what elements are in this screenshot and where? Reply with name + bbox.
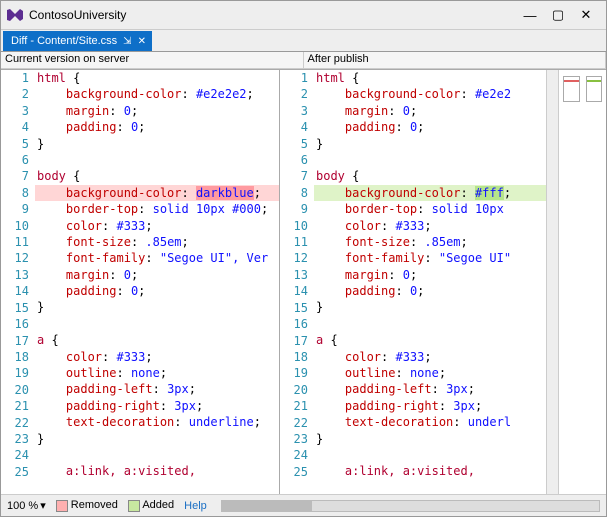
overview-left[interactable]: [563, 76, 580, 102]
header-right: After publish: [304, 52, 607, 68]
code-line[interactable]: margin: 0;: [314, 103, 546, 119]
statusbar: 100 % ▾ Removed Added Help: [1, 494, 606, 516]
code-line[interactable]: }: [35, 431, 279, 447]
code-line[interactable]: outline: none;: [35, 365, 279, 381]
code-line[interactable]: a {: [314, 332, 546, 348]
diff-headers: Current version on server After publish: [1, 51, 606, 69]
code-line[interactable]: padding-right: 3px;: [35, 398, 279, 414]
code-line[interactable]: [35, 447, 279, 463]
code-line[interactable]: margin: 0;: [35, 267, 279, 283]
code-line[interactable]: font-size: .85em;: [35, 234, 279, 250]
code-line[interactable]: body {: [35, 168, 279, 184]
right-pane[interactable]: 1234567891011121314151617181920212223242…: [280, 70, 558, 494]
code-line[interactable]: padding-left: 3px;: [314, 381, 546, 397]
left-code[interactable]: html { background-color: #e2e2e2; margin…: [35, 70, 279, 494]
code-line[interactable]: padding: 0;: [314, 119, 546, 135]
code-line[interactable]: text-decoration: underline;: [35, 414, 279, 430]
zoom-value: 100 %: [7, 500, 38, 512]
code-line[interactable]: [314, 316, 546, 332]
chevron-down-icon[interactable]: ▾: [40, 499, 46, 512]
code-line[interactable]: color: #333;: [314, 349, 546, 365]
code-line[interactable]: }: [35, 299, 279, 315]
code-line[interactable]: background-color: #e2e2e2;: [35, 86, 279, 102]
code-line[interactable]: a:link, a:visited,: [314, 463, 546, 479]
code-line[interactable]: background-color: #e2e2: [314, 86, 546, 102]
code-line[interactable]: padding-left: 3px;: [35, 381, 279, 397]
document-tabs: Diff - Content/Site.css ⇲ ✕: [1, 29, 606, 51]
code-line[interactable]: border-top: solid 10px #000;: [35, 201, 279, 217]
titlebar: ContosoUniversity — ▢ ✕: [1, 1, 606, 29]
right-gutter: 1234567891011121314151617181920212223242…: [280, 70, 314, 494]
left-gutter: 1234567891011121314151617181920212223242…: [1, 70, 35, 494]
legend-removed: Removed: [56, 499, 118, 511]
code-line[interactable]: font-family: "Segoe UI": [314, 250, 546, 266]
left-pane[interactable]: 1234567891011121314151617181920212223242…: [1, 70, 280, 494]
code-line[interactable]: }: [314, 431, 546, 447]
header-left: Current version on server: [1, 52, 304, 68]
minimize-button[interactable]: —: [516, 5, 544, 25]
legend-removed-label: Removed: [71, 499, 118, 511]
code-line[interactable]: [314, 152, 546, 168]
code-line[interactable]: }: [314, 299, 546, 315]
overview-right[interactable]: [586, 76, 603, 102]
code-line[interactable]: color: #333;: [35, 349, 279, 365]
code-line[interactable]: a {: [35, 332, 279, 348]
diff-area: 1234567891011121314151617181920212223242…: [1, 69, 606, 494]
app-window: ContosoUniversity — ▢ ✕ Diff - Content/S…: [0, 0, 607, 517]
added-swatch-icon: [128, 500, 140, 512]
horizontal-scrollbar[interactable]: [221, 500, 600, 512]
code-line[interactable]: body {: [314, 168, 546, 184]
tab-diff-sitecss[interactable]: Diff - Content/Site.css ⇲ ✕: [3, 31, 152, 51]
legend-added-label: Added: [142, 499, 174, 511]
code-line[interactable]: html {: [35, 70, 279, 86]
code-line[interactable]: a:link, a:visited,: [35, 463, 279, 479]
code-line[interactable]: padding: 0;: [314, 283, 546, 299]
close-button[interactable]: ✕: [572, 5, 600, 25]
code-line[interactable]: font-size: .85em;: [314, 234, 546, 250]
code-line[interactable]: margin: 0;: [314, 267, 546, 283]
code-line[interactable]: padding: 0;: [35, 283, 279, 299]
code-line[interactable]: text-decoration: underl: [314, 414, 546, 430]
right-code[interactable]: html { background-color: #e2e2 margin: 0…: [314, 70, 546, 494]
code-line[interactable]: padding-right: 3px;: [314, 398, 546, 414]
code-line[interactable]: }: [314, 136, 546, 152]
vs-logo-icon: [7, 7, 23, 23]
code-line[interactable]: [314, 447, 546, 463]
maximize-button[interactable]: ▢: [544, 5, 572, 25]
code-line[interactable]: outline: none;: [314, 365, 546, 381]
tab-label: Diff - Content/Site.css: [11, 35, 117, 47]
code-line[interactable]: padding: 0;: [35, 119, 279, 135]
code-line[interactable]: border-top: solid 10px: [314, 201, 546, 217]
code-line[interactable]: margin: 0;: [35, 103, 279, 119]
legend-added: Added: [128, 499, 174, 511]
diff-overview[interactable]: [558, 70, 606, 494]
help-link[interactable]: Help: [184, 500, 207, 512]
zoom-control[interactable]: 100 % ▾: [7, 499, 46, 512]
code-line[interactable]: color: #333;: [35, 218, 279, 234]
code-line[interactable]: background-color: #fff;: [314, 185, 546, 201]
window-title: ContosoUniversity: [29, 8, 126, 22]
pin-icon[interactable]: ⇲: [123, 36, 131, 47]
code-line[interactable]: font-family: "Segoe UI", Ver: [35, 250, 279, 266]
code-line[interactable]: }: [35, 136, 279, 152]
tab-close-icon[interactable]: ✕: [138, 36, 146, 47]
code-line[interactable]: color: #333;: [314, 218, 546, 234]
code-line[interactable]: html {: [314, 70, 546, 86]
code-line[interactable]: [35, 152, 279, 168]
code-line[interactable]: [35, 316, 279, 332]
code-line[interactable]: background-color: darkblue;: [35, 185, 279, 201]
vertical-scrollbar[interactable]: [546, 70, 558, 494]
removed-swatch-icon: [56, 500, 68, 512]
